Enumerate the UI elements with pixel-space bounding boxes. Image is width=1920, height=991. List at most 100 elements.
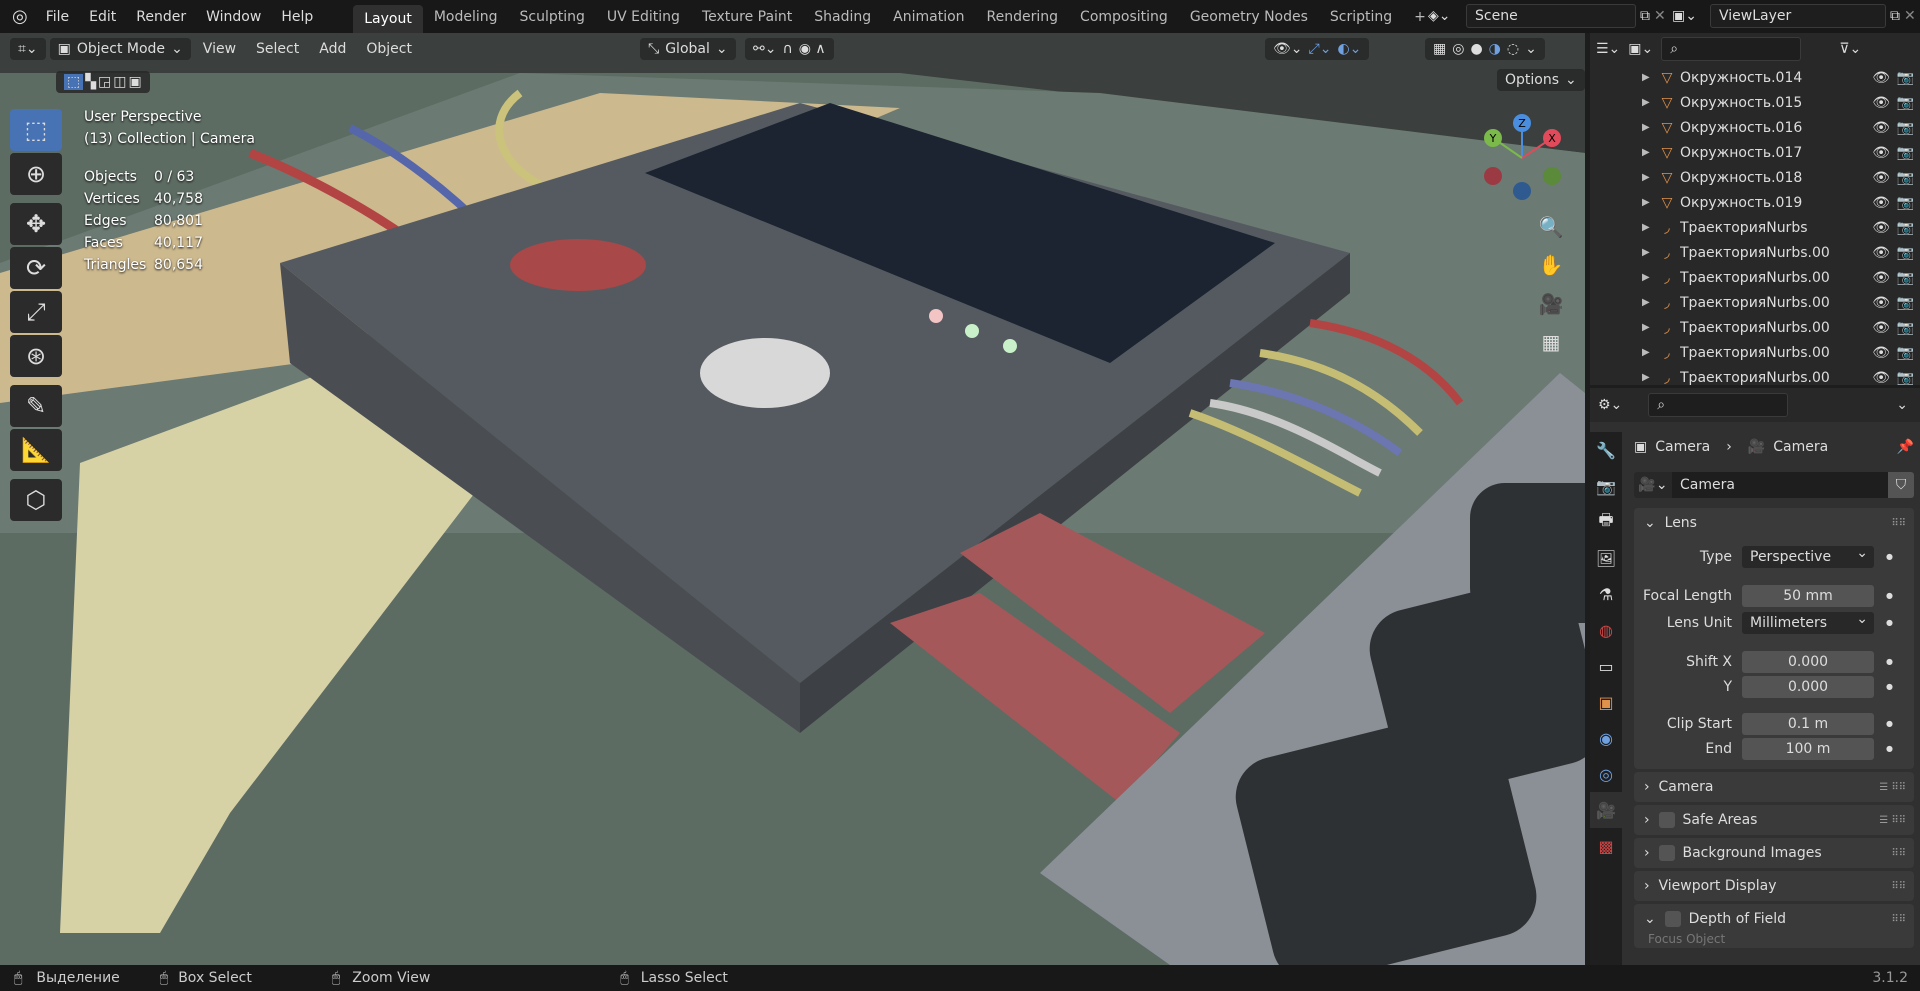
depth-of-field-checkbox[interactable] xyxy=(1664,911,1681,927)
remove-scene-icon[interactable]: ✕ xyxy=(1654,8,1666,24)
view-layer-tab-icon[interactable]: 🖼 xyxy=(1590,540,1622,576)
output-tab-icon[interactable]: 🖶 xyxy=(1590,504,1622,540)
tab-scripting[interactable]: Scripting xyxy=(1319,3,1403,31)
display-mode-icon[interactable]: ☰⌄ xyxy=(1596,41,1620,57)
visibility-eye-icon[interactable]: 👁 xyxy=(1872,120,1890,136)
keyframe-dot-icon[interactable]: ● xyxy=(1886,744,1893,753)
new-view-layer-icon[interactable]: ⧉ xyxy=(1890,8,1900,24)
menu-edit[interactable]: Edit xyxy=(79,9,126,25)
tool-tab-icon[interactable]: 🔧 xyxy=(1590,432,1622,468)
visibility-eye-icon[interactable]: 👁 xyxy=(1872,370,1890,386)
options-button[interactable]: Options ⌄ xyxy=(1497,69,1585,91)
expand-arrow-icon[interactable]: ▶ xyxy=(1642,97,1654,108)
expand-arrow-icon[interactable]: ▶ xyxy=(1642,72,1654,83)
menu-file[interactable]: File xyxy=(36,9,79,25)
visibility-eye-icon[interactable]: 👁 xyxy=(1872,70,1890,86)
camera-panel[interactable]: › Camera ☰ ⠿⠿ xyxy=(1634,772,1914,802)
tab-layout[interactable]: Layout xyxy=(353,5,423,33)
navigation-gizmo[interactable]: Z X Y xyxy=(1477,113,1567,203)
camera-datablock-name[interactable]: Camera xyxy=(1672,472,1888,498)
collection-tab-icon[interactable]: ▭ xyxy=(1590,648,1622,684)
add-cube-tool[interactable]: ⬡ xyxy=(10,479,62,521)
keyframe-dot-icon[interactable]: ● xyxy=(1886,719,1893,728)
menu-select[interactable]: Select xyxy=(248,38,307,60)
menu-render[interactable]: Render xyxy=(126,9,196,25)
visibility-eye-icon[interactable]: 👁 xyxy=(1872,195,1890,211)
tab-uv-editing[interactable]: UV Editing xyxy=(596,3,691,31)
expand-arrow-icon[interactable]: ▶ xyxy=(1642,222,1654,233)
visibility-eye-icon[interactable]: 👁 xyxy=(1872,145,1890,161)
render-camera-icon[interactable]: 📷 xyxy=(1897,220,1914,236)
visibility-eye-icon[interactable]: 👁 xyxy=(1872,345,1890,361)
outliner-item[interactable]: ▶ ▽ Окружность.017 👁 📷 xyxy=(1590,140,1920,165)
lens-panel-header[interactable]: ⌄ Lens ⠿⠿ xyxy=(1634,508,1914,538)
filter-icon[interactable]: ⊽⌄ xyxy=(1839,41,1861,57)
scene-tab-icon[interactable]: ⚗ xyxy=(1590,576,1622,612)
keyframe-dot-icon[interactable]: ● xyxy=(1886,682,1893,691)
render-camera-icon[interactable]: 📷 xyxy=(1897,95,1914,111)
expand-arrow-icon[interactable]: ▶ xyxy=(1642,247,1654,258)
keyframe-dot-icon[interactable]: ● xyxy=(1886,618,1893,627)
new-scene-icon[interactable]: ⧉ xyxy=(1640,8,1650,24)
visibility-eye-icon[interactable]: 👁 xyxy=(1872,220,1890,236)
viewport-display-panel[interactable]: › Viewport Display ⠿⠿ xyxy=(1634,871,1914,901)
cursor-tool[interactable]: ⊕ xyxy=(10,153,62,195)
select-box-tool[interactable]: ⬚ xyxy=(10,109,62,151)
expand-arrow-icon[interactable]: ▶ xyxy=(1642,297,1654,308)
keyframe-dot-icon[interactable]: ● xyxy=(1886,591,1893,600)
constraints-tab-icon[interactable]: ◎ xyxy=(1590,756,1622,792)
visibility-eye-icon[interactable]: 👁 xyxy=(1872,170,1890,186)
outliner-item[interactable]: ▶ ◞ ТраекторияNurbs.001 👁 📷 xyxy=(1590,240,1920,265)
pivot-snap-tools[interactable]: ⚯⌄ ∩ ◉ ∧ xyxy=(745,38,834,60)
render-camera-icon[interactable]: 📷 xyxy=(1897,270,1914,286)
outliner-item[interactable]: ▶ ▽ Окружность.014 👁 📷 xyxy=(1590,65,1920,90)
tab-rendering[interactable]: Rendering xyxy=(976,3,1070,31)
tab-compositing[interactable]: Compositing xyxy=(1069,3,1179,31)
expand-arrow-icon[interactable]: ▶ xyxy=(1642,347,1654,358)
outliner-item[interactable]: ▶ ◞ ТраекторияNurbs.003 👁 📷 xyxy=(1590,290,1920,315)
render-camera-icon[interactable]: 📷 xyxy=(1897,195,1914,211)
editor-type-button[interactable]: ⌗⌄ xyxy=(10,38,46,60)
drag-grip-icon[interactable]: ⠿⠿ xyxy=(1891,848,1906,859)
transform-orientation-selector[interactable]: ⤡ Global ⌄ xyxy=(640,38,736,60)
focal-length-field[interactable]: 50 mm xyxy=(1742,584,1874,607)
drag-grip-icon[interactable]: ⠿⠿ xyxy=(1891,518,1906,529)
background-images-checkbox[interactable] xyxy=(1658,845,1675,861)
expand-arrow-icon[interactable]: ▶ xyxy=(1642,197,1654,208)
lens-unit-dropdown[interactable]: Millimeters xyxy=(1742,608,1874,634)
tab-modeling[interactable]: Modeling xyxy=(423,3,509,31)
expand-arrow-icon[interactable]: ▶ xyxy=(1642,122,1654,133)
safe-areas-panel[interactable]: › Safe Areas ☰ ⠿⠿ xyxy=(1634,805,1914,835)
depth-of-field-panel[interactable]: ⌄ Depth of Field ⠿⠿ Focus Object xyxy=(1634,904,1914,948)
outliner-item[interactable]: ▶ ◞ ТраекторияNurbs.002 👁 📷 xyxy=(1590,265,1920,290)
scene-icon[interactable]: ◈⌄ xyxy=(1428,8,1462,24)
expand-arrow-icon[interactable]: ▶ xyxy=(1642,372,1654,383)
render-camera-icon[interactable]: 📷 xyxy=(1897,370,1914,386)
render-tab-icon[interactable]: 📷 xyxy=(1590,468,1622,504)
menu-window[interactable]: Window xyxy=(196,9,271,25)
clip-start-field[interactable]: 0.1 m xyxy=(1742,712,1874,735)
pin-icon[interactable]: 📌 xyxy=(1897,439,1914,455)
shading-mode-buttons[interactable]: ▦ ◎ ● ◑ ◌ ⌄ xyxy=(1425,38,1545,60)
perspective-grid-icon[interactable]: ▦ xyxy=(1535,326,1567,358)
outliner-item[interactable]: ▶ ▽ Окружность.019 👁 📷 xyxy=(1590,190,1920,215)
tab-animation[interactable]: Animation xyxy=(882,3,975,31)
menu-add[interactable]: Add xyxy=(311,38,354,60)
remove-view-layer-icon[interactable]: ✕ xyxy=(1904,8,1916,24)
drag-grip-icon[interactable]: ⠿⠿ xyxy=(1891,881,1906,892)
menu-view[interactable]: View xyxy=(195,38,244,60)
outliner-item[interactable]: ▶ ▽ Окружность.016 👁 📷 xyxy=(1590,115,1920,140)
visibility-eye-icon[interactable]: 👁 xyxy=(1872,295,1890,311)
blender-logo-icon[interactable]: ◎ xyxy=(0,6,36,27)
render-camera-icon[interactable]: 📷 xyxy=(1897,145,1914,161)
expand-arrow-icon[interactable]: ▶ xyxy=(1642,272,1654,283)
options-chevron-icon[interactable]: ⌄ xyxy=(1896,397,1908,413)
outliner-item[interactable]: ▶ ▽ Окружность.015 👁 📷 xyxy=(1590,90,1920,115)
visibility-eye-icon[interactable]: 👁 xyxy=(1872,320,1890,336)
drag-grip-icon[interactable]: ☰ ⠿⠿ xyxy=(1879,815,1906,826)
move-tool[interactable]: ✥ xyxy=(10,203,62,245)
camera-datablock-selector[interactable]: 🎥⌄ Camera ⛉ xyxy=(1634,472,1914,498)
editor-type-icon[interactable]: ⚙⌄ xyxy=(1598,397,1622,413)
outliner-item[interactable]: ▶ ▽ Окружность.018 👁 📷 xyxy=(1590,165,1920,190)
safe-areas-checkbox[interactable] xyxy=(1658,812,1675,828)
